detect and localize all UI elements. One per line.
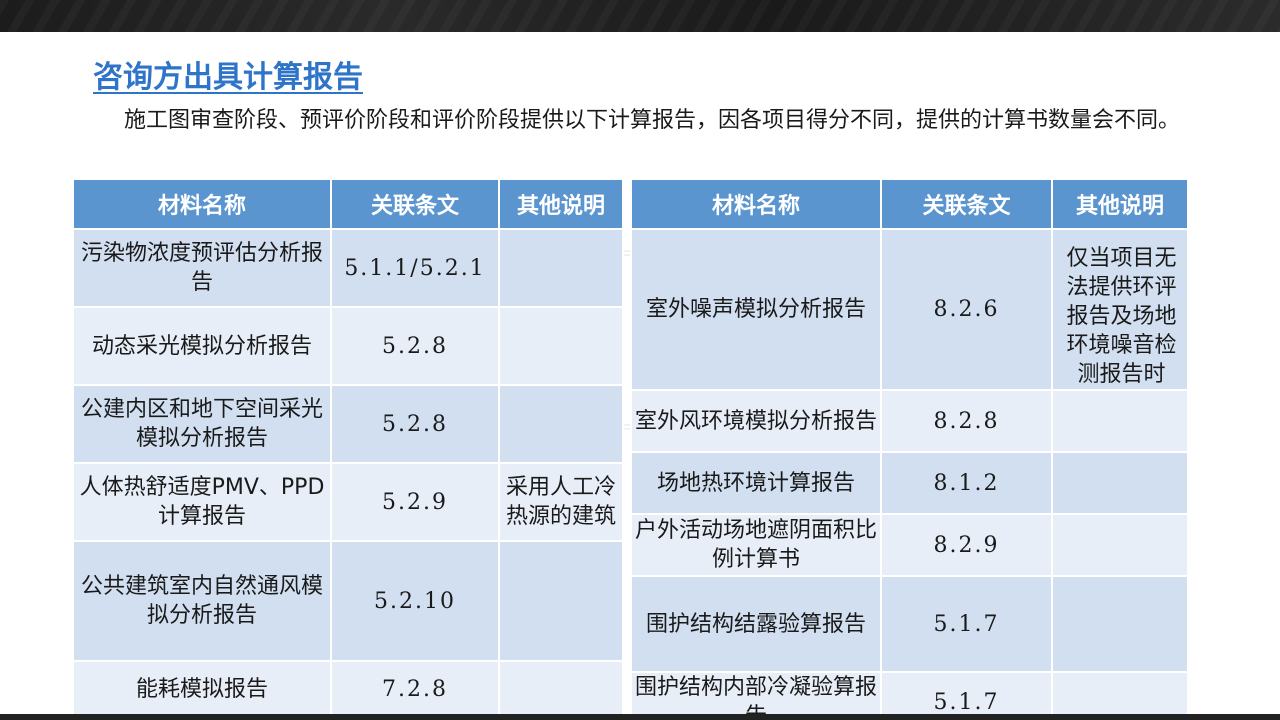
clause-number: 8.2.6 [880, 228, 1053, 391]
report-name: 围护结构内部冷凝验算报告 [630, 671, 882, 720]
note-cell [1051, 451, 1189, 515]
bottom-decorative-band [0, 714, 1280, 720]
note-cell: 采用人工冷热源的建筑 [498, 462, 624, 542]
report-name: 场地热环境计算报告 [630, 451, 882, 515]
clause-number: 5.2.8 [330, 384, 500, 464]
report-name: 户外活动场地遮阴面积比例计算书 [630, 513, 882, 577]
clause-number: 5.1.7 [880, 671, 1053, 720]
report-name: 人体热舒适度PMV、PPD计算报告 [72, 462, 332, 542]
header-note: 其他说明 [1051, 178, 1189, 230]
note-cell [1051, 513, 1189, 577]
report-name: 围护结构结露验算报告 [630, 575, 882, 673]
header-name: 材料名称 [630, 178, 882, 230]
note-cell [1051, 575, 1189, 673]
clause-number: 5.2.8 [330, 306, 500, 386]
report-name: 污染物浓度预评估分析报告 [72, 228, 332, 308]
table-row: 室外风环境模拟分析报告 8.2.8 [630, 389, 1189, 453]
left-report-table: 材料名称 关联条文 其他说明 污染物浓度预评估分析报告 5.1.1/5.2.1 … [72, 178, 624, 718]
report-name: 公共建筑室内自然通风模拟分析报告 [72, 540, 332, 662]
clause-number: 8.2.8 [880, 389, 1053, 453]
header-clause: 关联条文 [330, 178, 500, 230]
table-row: 公共建筑室内自然通风模拟分析报告 5.2.10 [72, 540, 624, 662]
table-row: 公建内区和地下空间采光模拟分析报告 5.2.8 [72, 384, 624, 464]
header-clause: 关联条文 [880, 178, 1053, 230]
note-cell [498, 228, 624, 308]
clause-number: 5.1.7 [880, 575, 1053, 673]
note-cell [498, 384, 624, 464]
table-row: 人体热舒适度PMV、PPD计算报告 5.2.9 采用人工冷热源的建筑 [72, 462, 624, 542]
table-row: 围护结构内部冷凝验算报告 5.1.7 [630, 671, 1189, 720]
note-cell [1051, 389, 1189, 453]
clause-number: 8.2.9 [880, 513, 1053, 577]
table-row: 场地热环境计算报告 8.1.2 [630, 451, 1189, 515]
table-header-row: 材料名称 关联条文 其他说明 [72, 178, 624, 230]
table-row: 污染物浓度预评估分析报告 5.1.1/5.2.1 [72, 228, 624, 308]
top-decorative-band [0, 0, 1280, 32]
report-name: 室外风环境模拟分析报告 [630, 389, 882, 453]
table-row: 室外噪声模拟分析报告 8.2.6 仅当项目无法提供环评报告及场地环境噪音检测报告… [630, 228, 1189, 391]
report-name: 能耗模拟报告 [72, 660, 332, 718]
header-name: 材料名称 [72, 178, 332, 230]
header-note: 其他说明 [498, 178, 624, 230]
clause-number: 5.2.10 [330, 540, 500, 662]
table-row: 动态采光模拟分析报告 5.2.8 [72, 306, 624, 386]
clause-number: 8.1.2 [880, 451, 1053, 515]
table-row: 户外活动场地遮阴面积比例计算书 8.2.9 [630, 513, 1189, 577]
clause-number: 5.2.9 [330, 462, 500, 542]
note-cell [1051, 671, 1189, 720]
note-cell: 仅当项目无法提供环评报告及场地环境噪音检测报告时 [1051, 228, 1189, 391]
right-report-table: 材料名称 关联条文 其他说明 室外噪声模拟分析报告 8.2.6 仅当项目无法提供… [630, 178, 1189, 720]
clause-number: 5.1.1/5.2.1 [330, 228, 500, 308]
clause-number: 7.2.8 [330, 660, 500, 718]
note-cell [498, 660, 624, 718]
note-cell [498, 540, 624, 662]
table-header-row: 材料名称 关联条文 其他说明 [630, 178, 1189, 230]
table-row: 围护结构结露验算报告 5.1.7 [630, 575, 1189, 673]
intro-paragraph: 施工图审查阶段、预评价阶段和评价阶段提供以下计算报告，因各项目得分不同，提供的计… [124, 108, 1181, 133]
report-name: 室外噪声模拟分析报告 [630, 228, 882, 391]
note-cell [498, 306, 624, 386]
table-row: 能耗模拟报告 7.2.8 [72, 660, 624, 718]
page-title: 咨询方出具计算报告 [93, 60, 363, 95]
report-name: 动态采光模拟分析报告 [72, 306, 332, 386]
report-name: 公建内区和地下空间采光模拟分析报告 [72, 384, 332, 464]
